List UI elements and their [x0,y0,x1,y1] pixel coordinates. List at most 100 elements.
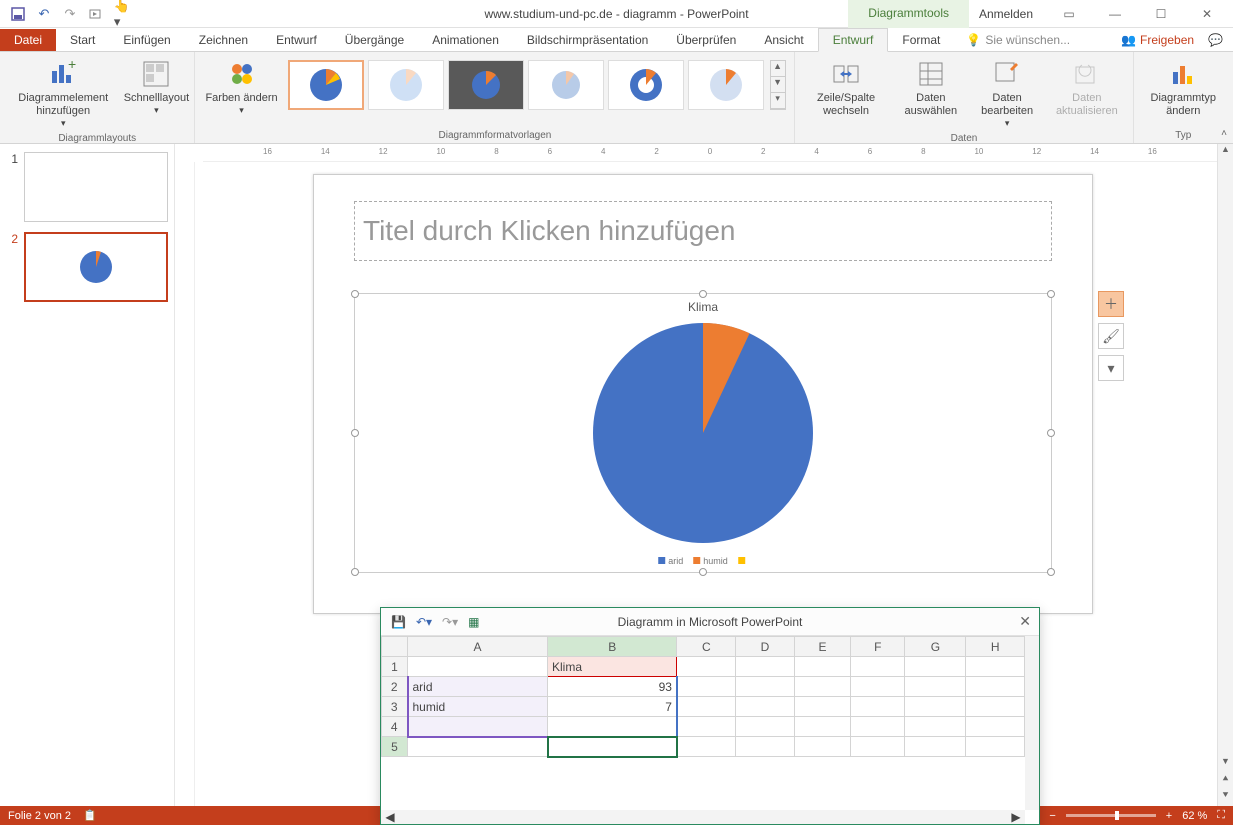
cell-A1[interactable] [408,657,548,677]
cell-B1[interactable]: Klima [548,657,677,677]
touch-mode-icon[interactable]: 👆▾ [114,6,130,22]
tab-file[interactable]: Datei [0,29,56,51]
edit-data-button[interactable]: Daten bearbeiten▾ [973,56,1041,131]
style-4[interactable] [528,60,604,110]
datasheet-hscroll[interactable]: ◀▶ [381,810,1025,824]
cell-A2[interactable]: arid [408,677,548,697]
ds-save-icon[interactable]: 💾 [391,615,406,629]
col-H[interactable]: H [966,637,1025,657]
chart-object[interactable]: Klima arid humid [354,293,1052,573]
comments-icon[interactable]: 💬 [1208,33,1223,47]
gallery-nav[interactable]: ▲▼▾ [770,60,786,110]
col-E[interactable]: E [794,637,850,657]
tab-design[interactable]: Entwurf [262,29,331,51]
style-5[interactable] [608,60,684,110]
datasheet-vscroll[interactable] [1025,636,1039,810]
change-chart-type-button[interactable]: Diagrammtyp ändern [1142,56,1225,120]
ds-undo-icon[interactable]: ↶▾ [416,615,432,629]
select-data-button[interactable]: Daten auswählen [897,56,965,120]
cell-B3[interactable]: 7 [548,697,677,717]
col-A[interactable]: A [408,637,548,657]
style-6[interactable] [688,60,764,110]
style-2[interactable] [368,60,444,110]
tab-animations[interactable]: Animationen [418,29,513,51]
chart-title[interactable]: Klima [688,300,718,314]
minimize-icon[interactable]: — [1095,3,1135,25]
maximize-icon[interactable]: ☐ [1141,3,1181,25]
slide-thumb-1[interactable] [24,152,168,222]
datasheet-titlebar[interactable]: 💾 ↶▾ ↷▾ ▦ Diagramm in Microsoft PowerPoi… [381,608,1039,636]
cell-A3[interactable]: humid [408,697,548,717]
switch-row-col-button[interactable]: Zeile/Spalte wechseln [803,56,888,120]
tab-chart-design[interactable]: Entwurf [818,28,889,52]
next-slide-icon[interactable]: ⯆ [1218,790,1233,806]
zoom-slider[interactable] [1066,814,1156,817]
slide-thumb-2[interactable] [24,232,168,302]
notes-icon[interactable]: 📋 [83,809,97,822]
ds-excel-icon[interactable]: ▦ [468,615,479,629]
scroll-down-icon[interactable]: ▼ [1218,756,1233,772]
chart-legend[interactable]: arid humid [658,556,748,566]
add-chart-element-button[interactable]: + Diagrammelement hinzufügen▾ [8,56,118,131]
datasheet-window[interactable]: 💾 ↶▾ ↷▾ ▦ Diagramm in Microsoft PowerPoi… [380,607,1040,825]
fit-to-window-icon[interactable]: ⛶ [1217,809,1225,822]
cell-B2[interactable]: 93 [548,677,677,697]
col-C[interactable]: C [677,637,736,657]
tab-insert[interactable]: Einfügen [109,29,184,51]
tab-transitions[interactable]: Übergänge [331,29,418,51]
gallery-down-icon[interactable]: ▼ [771,77,785,93]
ds-redo-icon[interactable]: ↷▾ [442,615,458,629]
tab-review[interactable]: Überprüfen [662,29,750,51]
tab-slideshow[interactable]: Bildschirmpräsentation [513,29,662,51]
tab-draw[interactable]: Zeichnen [185,29,262,51]
quick-layout-button[interactable]: Schnelllayout▾ [126,56,186,118]
save-icon[interactable] [10,6,26,22]
tab-chart-format[interactable]: Format [888,29,954,51]
gallery-up-icon[interactable]: ▲ [771,61,785,77]
chart-styles-icon[interactable]: 🖌 [1098,323,1124,349]
tab-start[interactable]: Start [56,29,109,51]
vertical-scrollbar[interactable]: ▲ ▼ ⯅⯆ [1217,144,1233,806]
scroll-up-icon[interactable]: ▲ [1218,144,1233,160]
row-3[interactable]: 3 [382,697,408,717]
undo-icon[interactable]: ↶ [36,6,52,22]
col-F[interactable]: F [851,637,905,657]
hscroll-left-icon[interactable]: ◀ [381,810,399,824]
row-2[interactable]: 2 [382,677,408,697]
col-B[interactable]: B [548,637,677,657]
row-4[interactable]: 4 [382,717,408,737]
zoom-level[interactable]: 62 % [1182,810,1207,822]
chart-elements-icon[interactable]: ＋ [1098,291,1124,317]
chart-filters-icon[interactable]: ▾ [1098,355,1124,381]
change-colors-button[interactable]: Farben ändern▾ [203,56,279,118]
slide-canvas[interactable]: Titel durch Klicken hinzufügen Klima ari… [313,174,1093,614]
tab-view[interactable]: Ansicht [750,29,817,51]
style-3[interactable] [448,60,524,110]
cell-B4[interactable] [548,717,677,737]
prev-slide-icon[interactable]: ⯅ [1218,774,1233,790]
redo-icon[interactable]: ↷ [62,6,78,22]
cell-A5[interactable] [408,737,548,757]
start-from-beginning-icon[interactable] [88,6,104,22]
cell-A4[interactable] [408,717,548,737]
collapse-ribbon-icon[interactable]: ˄ [1221,128,1227,139]
signin-link[interactable]: Anmelden [979,7,1033,21]
pie-chart[interactable] [588,318,818,548]
row-5[interactable]: 5 [382,737,408,757]
slide-counter[interactable]: Folie 2 von 2 [8,810,71,822]
style-1[interactable] [288,60,364,110]
tell-me-search[interactable]: 💡 Sie wünschen... [966,33,1070,47]
cell-B5[interactable] [548,737,677,757]
datasheet-close-icon[interactable]: ✕ [1019,613,1031,630]
title-placeholder[interactable]: Titel durch Klicken hinzufügen [354,201,1052,261]
row-1[interactable]: 1 [382,657,408,677]
close-icon[interactable]: ✕ [1187,3,1227,25]
ribbon-display-icon[interactable]: ▭ [1049,3,1089,25]
datasheet-grid[interactable]: ABCDEFGH 1 Klima 2arid93 3humid7 4 5 [381,636,1025,810]
col-G[interactable]: G [905,637,966,657]
zoom-out-icon[interactable]: − [1049,810,1055,822]
hscroll-right-icon[interactable]: ▶ [1007,810,1025,824]
gallery-more-icon[interactable]: ▾ [771,93,785,109]
col-D[interactable]: D [736,637,795,657]
zoom-in-icon[interactable]: + [1166,810,1172,822]
